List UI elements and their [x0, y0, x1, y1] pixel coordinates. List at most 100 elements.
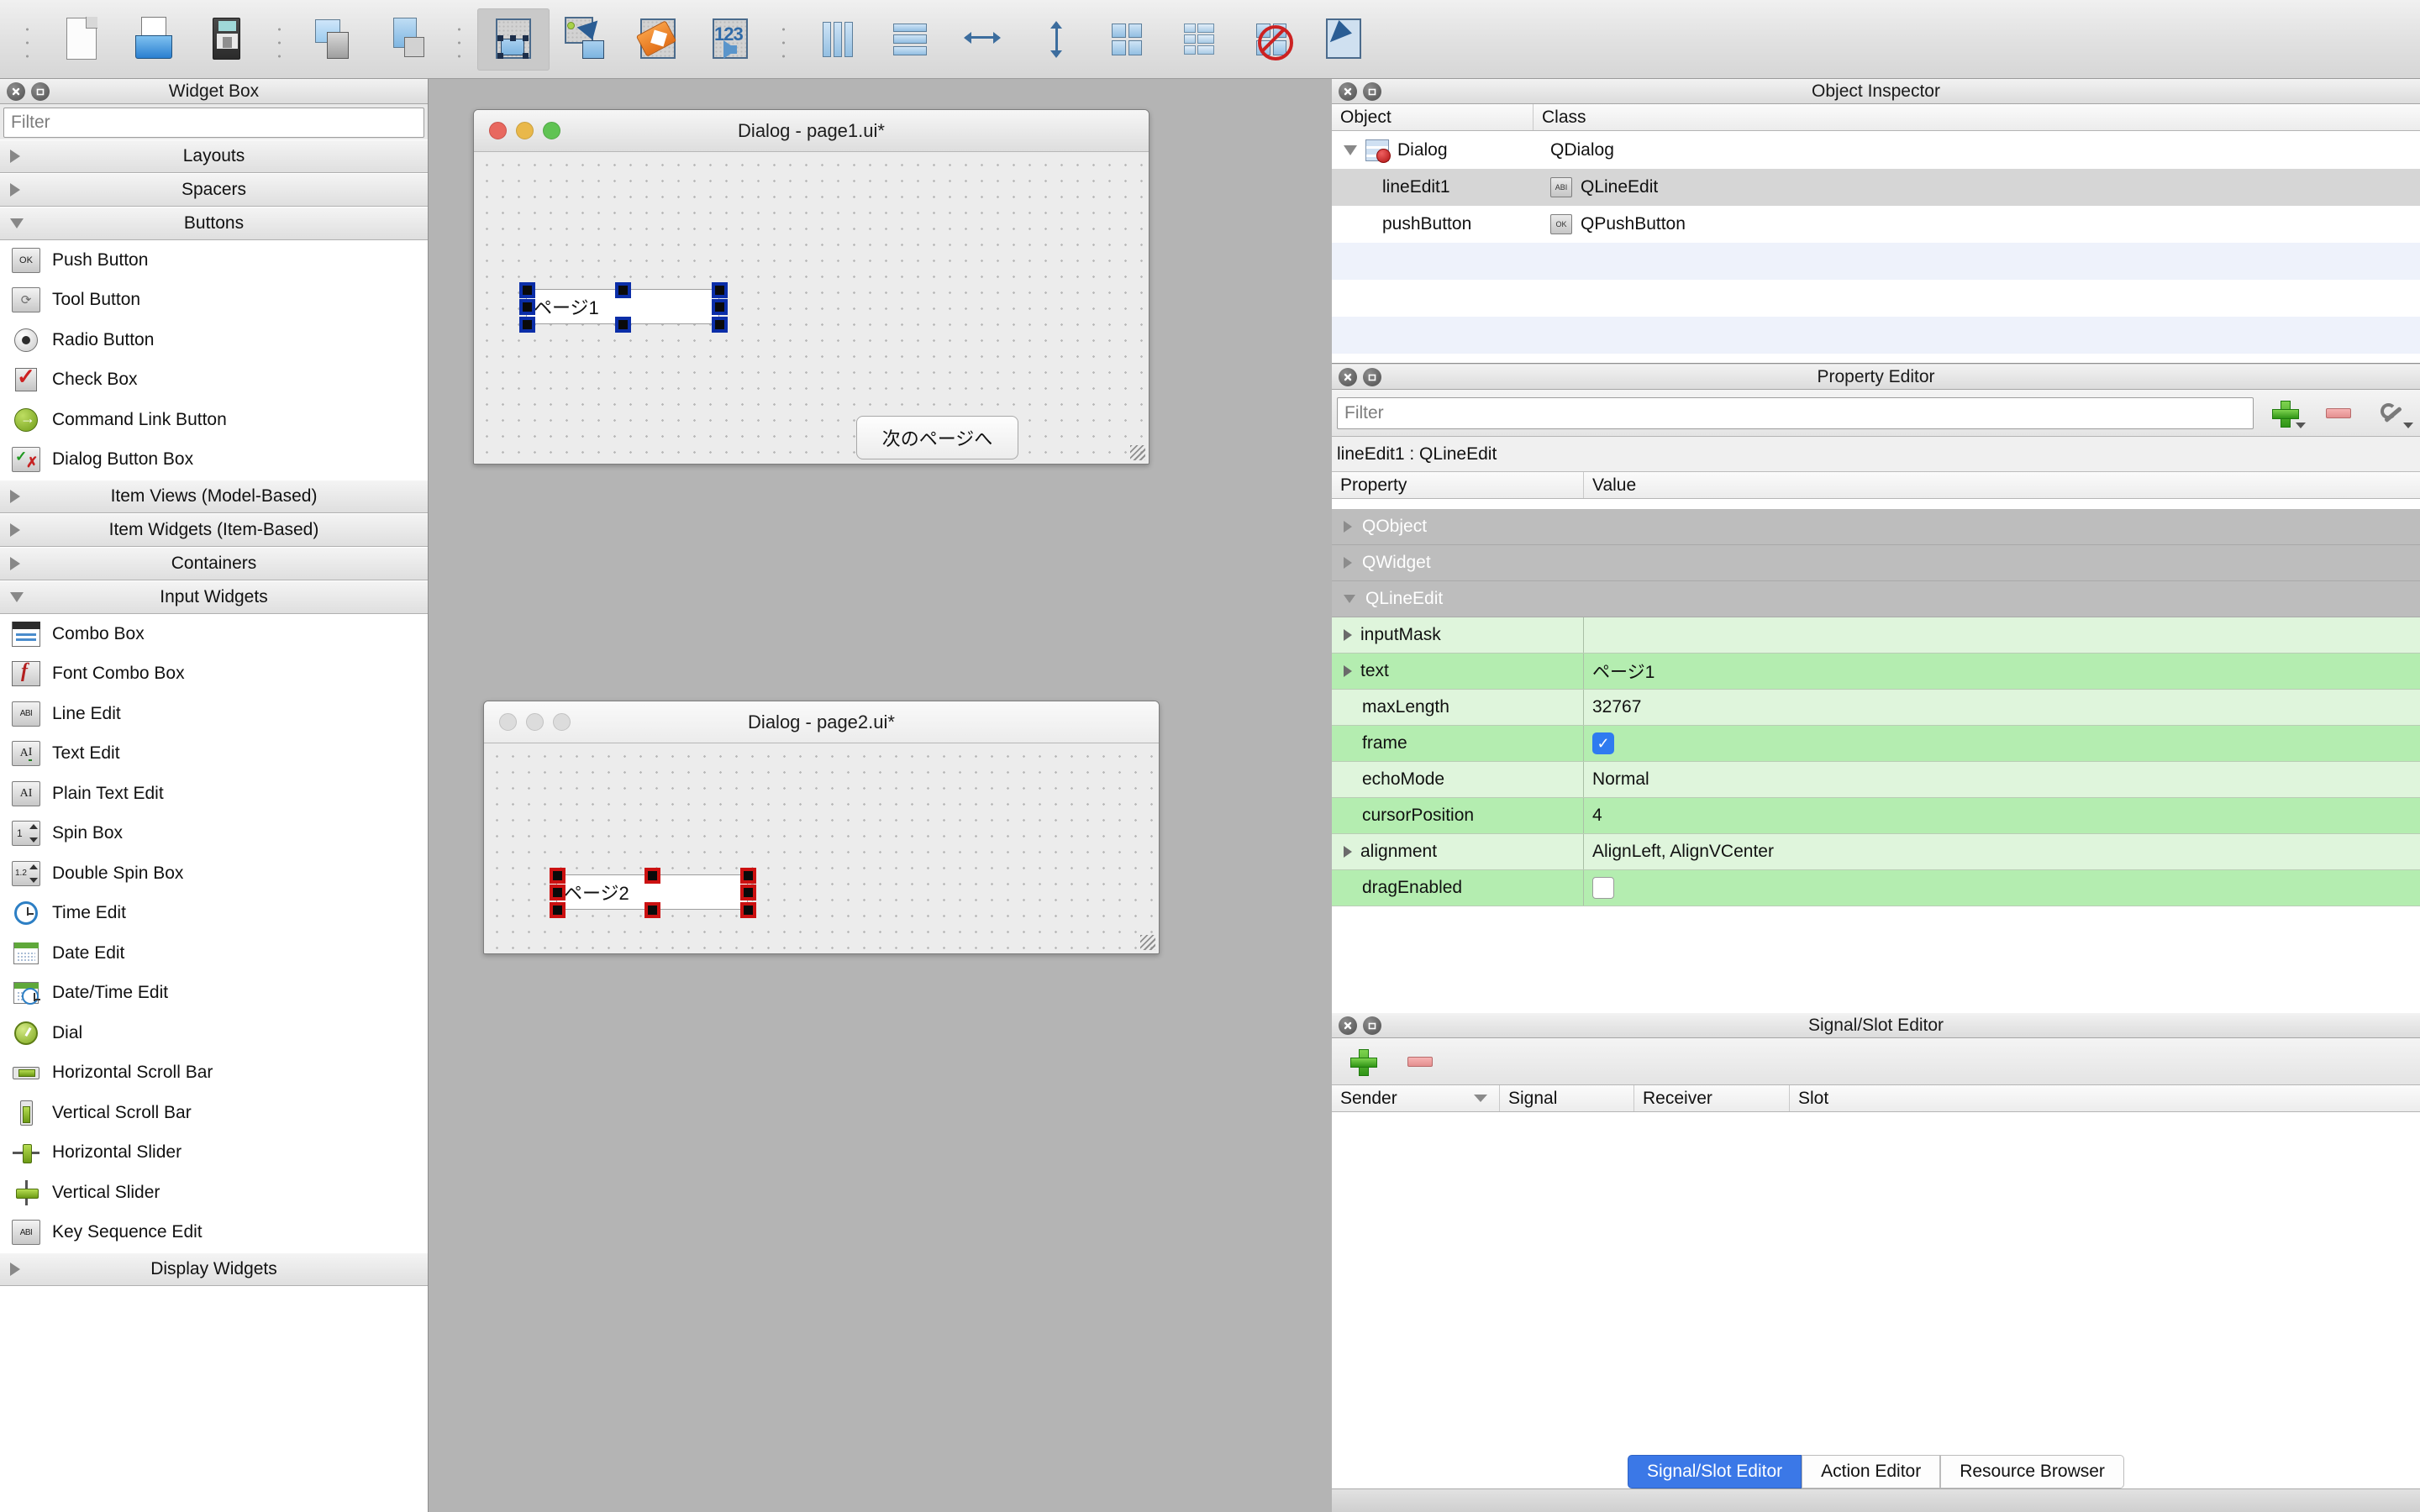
form-window-page2-titlebar[interactable]: Dialog - page2.ui*: [484, 701, 1159, 743]
object-inspector-row-pushButton[interactable]: pushButton OK QPushButton: [1332, 206, 2420, 243]
edit-signals-slots-button[interactable]: [550, 8, 622, 71]
edit-buddies-button[interactable]: [622, 8, 694, 71]
adjust-size-button[interactable]: [1307, 8, 1380, 71]
widget-box-item-time-edit[interactable]: Time Edit: [0, 893, 428, 933]
zoom-traffic-light[interactable]: [543, 122, 560, 139]
chevron-right-icon[interactable]: [1344, 846, 1352, 858]
float-icon[interactable]: [1363, 367, 1381, 386]
selection-handle-mid-right-2[interactable]: [742, 886, 755, 899]
toolbar-grip-4[interactable]: [778, 17, 790, 61]
selection-handle-bottom-left[interactable]: [521, 318, 534, 331]
property-value-cell[interactable]: AlignLeft, AlignVCenter: [1584, 834, 2420, 869]
column-header-signal[interactable]: Signal: [1500, 1085, 1634, 1111]
column-header-class[interactable]: Class: [1534, 104, 2420, 130]
open-form-button[interactable]: [118, 8, 190, 71]
break-layout-button[interactable]: [1235, 8, 1307, 71]
property-value-cell[interactable]: 32767: [1584, 690, 2420, 725]
selection-handle-top-center-2[interactable]: [646, 869, 659, 882]
layout-grid-button[interactable]: [1091, 8, 1163, 71]
property-row-alignment[interactable]: alignment AlignLeft, AlignVCenter: [1332, 834, 2420, 870]
selection-handle-mid-right[interactable]: [713, 301, 726, 313]
widget-box-item-spin-box[interactable]: 1 Spin Box: [0, 813, 428, 853]
float-icon[interactable]: [1363, 81, 1381, 101]
property-value-cell[interactable]: ✓: [1584, 726, 2420, 761]
widget-box-item-tool-button[interactable]: ⟳ Tool Button: [0, 280, 428, 320]
property-value-cell[interactable]: [1584, 617, 2420, 653]
widget-box-item-command-link-button[interactable]: Command Link Button: [0, 400, 428, 440]
form-window-page1-body[interactable]: ページ1 次のページへ: [474, 152, 1149, 464]
widget-box-item-date-time-edit[interactable]: Date/Time Edit: [0, 973, 428, 1013]
chevron-down-icon[interactable]: [1344, 145, 1357, 155]
property-filter-input[interactable]: Filter: [1337, 396, 2254, 429]
layout-splitter-vertical-button[interactable]: [1018, 8, 1091, 71]
minimize-traffic-light[interactable]: [516, 122, 534, 139]
tab-action-editor[interactable]: Action Editor: [1802, 1455, 1941, 1488]
new-form-button[interactable]: [45, 8, 118, 71]
edit-widgets-button[interactable]: [477, 8, 550, 71]
column-header-property[interactable]: Property: [1332, 472, 1584, 498]
add-connection-button[interactable]: [1340, 1043, 1386, 1080]
widget-box-filter-input[interactable]: Filter: [3, 108, 424, 138]
tab-signal-slot-editor[interactable]: Signal/Slot Editor: [1628, 1455, 1802, 1488]
column-header-receiver[interactable]: Receiver: [1634, 1085, 1790, 1111]
selection-handle-bottom-left-2[interactable]: [551, 904, 564, 916]
edit-tab-order-button[interactable]: 123: [694, 8, 766, 71]
widget-box-item-radio-button[interactable]: Radio Button: [0, 320, 428, 360]
widget-box-item-horizontal-slider[interactable]: Horizontal Slider: [0, 1132, 428, 1173]
float-icon[interactable]: [1363, 1016, 1381, 1035]
widget-box-list[interactable]: Layouts Spacers Buttons OK Push Button ⟳ Tool …: [0, 139, 428, 1512]
selection-handle-mid-left-2[interactable]: [551, 886, 564, 899]
selection-handle-bottom-center[interactable]: [617, 318, 629, 331]
widget-box-group-layouts[interactable]: Layouts: [0, 139, 428, 173]
checkbox-unchecked-icon[interactable]: [1592, 877, 1614, 899]
form-window-page1[interactable]: Dialog - page1.ui* ページ1 次のページへ: [473, 109, 1150, 465]
widget-box-item-date-edit[interactable]: Date Edit: [0, 933, 428, 974]
signal-slot-editor-rows[interactable]: [1332, 1131, 2420, 1460]
chevron-right-icon[interactable]: [1344, 665, 1352, 677]
property-row-echoMode[interactable]: echoMode Normal: [1332, 762, 2420, 798]
column-header-sender[interactable]: Sender: [1332, 1085, 1500, 1111]
selection-handle-bottom-center-2[interactable]: [646, 904, 659, 916]
property-row-frame[interactable]: frame ✓: [1332, 726, 2420, 762]
form-window-page2-body[interactable]: ページ2: [484, 743, 1159, 953]
widget-box-group-spacers[interactable]: Spacers: [0, 173, 428, 207]
widget-box-item-horizontal-scroll-bar[interactable]: Horizontal Scroll Bar: [0, 1053, 428, 1093]
layout-splitter-horizontal-button[interactable]: [946, 8, 1018, 71]
widget-box-group-item-views-model-based[interactable]: Item Views (Model-Based): [0, 480, 428, 513]
selection-handle-bottom-right[interactable]: [713, 318, 726, 331]
widget-box-item-dialog-button-box[interactable]: ✓ ✗ Dialog Button Box: [0, 439, 428, 480]
selection-handle-top-left-2[interactable]: [551, 869, 564, 882]
selection-handle-top-center[interactable]: [617, 284, 629, 297]
form-resize-grip[interactable]: [1130, 445, 1145, 460]
widget-box-item-dial[interactable]: Dial: [0, 1013, 428, 1053]
close-icon[interactable]: [1339, 81, 1357, 101]
property-row-maxLength[interactable]: maxLength 32767: [1332, 690, 2420, 726]
property-row-inputMask[interactable]: inputMask: [1332, 617, 2420, 654]
property-group-QObject[interactable]: QObject: [1332, 509, 2420, 545]
selection-handle-top-right[interactable]: [713, 284, 726, 297]
selection-handle-bottom-right-2[interactable]: [742, 904, 755, 916]
remove-connection-button[interactable]: [1397, 1043, 1443, 1080]
close-icon[interactable]: [7, 81, 25, 101]
toolbar-grip-3[interactable]: [454, 17, 466, 61]
cascade-windows-button[interactable]: [297, 8, 370, 71]
widget-box-item-push-button[interactable]: OK Push Button: [0, 240, 428, 281]
column-header-object[interactable]: Object: [1332, 104, 1534, 130]
form-resize-grip-2[interactable]: [1140, 935, 1155, 950]
widget-box-group-input-widgets[interactable]: Input Widgets: [0, 580, 428, 614]
save-form-button[interactable]: [190, 8, 262, 71]
layout-vertically-button[interactable]: [874, 8, 946, 71]
close-traffic-light[interactable]: [489, 122, 507, 139]
widget-box-item-combo-box[interactable]: Combo Box: [0, 614, 428, 654]
widget-box-item-double-spin-box[interactable]: 1.2 Double Spin Box: [0, 853, 428, 894]
add-dynamic-property-button[interactable]: [2262, 395, 2307, 432]
property-row-dragEnabled[interactable]: dragEnabled: [1332, 870, 2420, 906]
widget-box-item-vertical-slider[interactable]: Vertical Slider: [0, 1173, 428, 1213]
property-value-cell[interactable]: [1584, 870, 2420, 906]
object-inspector-row-Dialog[interactable]: Dialog QDialog: [1332, 132, 2420, 169]
float-icon[interactable]: [31, 81, 50, 101]
selection-handle-top-right-2[interactable]: [742, 869, 755, 882]
toolbar-drag-grip[interactable]: [22, 17, 34, 61]
layout-form-button[interactable]: [1163, 8, 1235, 71]
close-icon[interactable]: [1339, 367, 1357, 386]
